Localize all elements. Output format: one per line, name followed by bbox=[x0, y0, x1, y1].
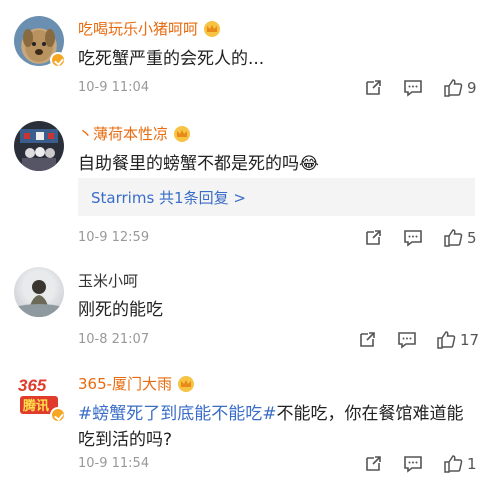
comment-text: 自助餐里的螃蟹不都是死的吗😂 bbox=[78, 154, 319, 174]
username[interactable]: 吃喝玩乐小猪呵呵 bbox=[78, 18, 222, 39]
comment-text-line2: 吃到活的吗? bbox=[78, 430, 173, 450]
like-count: 17 bbox=[460, 331, 480, 349]
reply-summary[interactable]: Starrims 共1条回复 > bbox=[78, 178, 475, 216]
avatar[interactable] bbox=[14, 16, 66, 68]
comment-icon[interactable] bbox=[403, 454, 423, 474]
avatar[interactable] bbox=[14, 121, 64, 171]
share-icon[interactable] bbox=[357, 330, 377, 350]
share-icon[interactable] bbox=[363, 78, 383, 98]
avatar-logo-text: 365 bbox=[18, 376, 47, 395]
comment-item: 玉米小呵 刚死的能吃 10-8 21:07 17 bbox=[0, 255, 491, 355]
comment-icon[interactable] bbox=[403, 78, 423, 98]
comment-text: #螃蟹死了到底能不能吃#不能吃，你在餐馆难道能 bbox=[78, 404, 464, 424]
avatar[interactable]: 365 腾讯 bbox=[14, 371, 66, 423]
crown-badge-icon bbox=[204, 21, 221, 37]
hashtag-link[interactable]: #螃蟹死了到底能不能吃# bbox=[78, 404, 277, 424]
username[interactable]: 丶薄荷本性凉 bbox=[78, 123, 192, 144]
comment-text: 吃死蟹严重的会死人的... bbox=[78, 49, 265, 69]
username[interactable]: 玉米小呵 bbox=[78, 270, 138, 291]
username[interactable]: 365-厦门大雨 bbox=[78, 373, 196, 394]
timestamp: 10-9 11:04 bbox=[78, 80, 150, 95]
share-icon[interactable] bbox=[363, 228, 383, 248]
crown-badge-icon bbox=[178, 376, 195, 392]
like-count: 1 bbox=[467, 455, 477, 473]
comment-icon[interactable] bbox=[397, 330, 417, 350]
comment-item: 丶薄荷本性凉 自助餐里的螃蟹不都是死的吗😂 Starrims 共1条回复 > 1… bbox=[0, 105, 491, 255]
timestamp: 10-8 21:07 bbox=[78, 332, 150, 347]
timestamp: 10-9 12:59 bbox=[78, 230, 150, 245]
thumbs-up-icon[interactable] bbox=[443, 454, 463, 474]
share-icon[interactable] bbox=[363, 454, 383, 474]
comment-icon[interactable] bbox=[403, 228, 423, 248]
like-count: 9 bbox=[467, 79, 477, 97]
comment-item: 365 腾讯 365-厦门大雨 #螃蟹死了到底能不能吃#不能吃，你在餐馆难道能 … bbox=[0, 355, 491, 490]
thumbs-up-icon[interactable] bbox=[443, 228, 463, 248]
comment-text: 刚死的能吃 bbox=[78, 300, 163, 320]
comment-item: 吃喝玩乐小猪呵呵 吃死蟹严重的会死人的... 10-9 11:04 9 bbox=[0, 0, 491, 105]
avatar-logo-sub: 腾讯 bbox=[22, 398, 49, 414]
thumbs-up-icon[interactable] bbox=[436, 330, 456, 350]
like-count: 5 bbox=[467, 229, 477, 247]
verified-badge-icon bbox=[50, 52, 66, 68]
reply-summary-link[interactable]: Starrims 共1条回复 > bbox=[91, 187, 246, 208]
verified-badge-icon bbox=[50, 407, 66, 423]
avatar[interactable] bbox=[14, 267, 64, 317]
crown-badge-icon bbox=[174, 126, 191, 142]
timestamp: 10-9 11:54 bbox=[78, 456, 150, 471]
thumbs-up-icon[interactable] bbox=[443, 78, 463, 98]
